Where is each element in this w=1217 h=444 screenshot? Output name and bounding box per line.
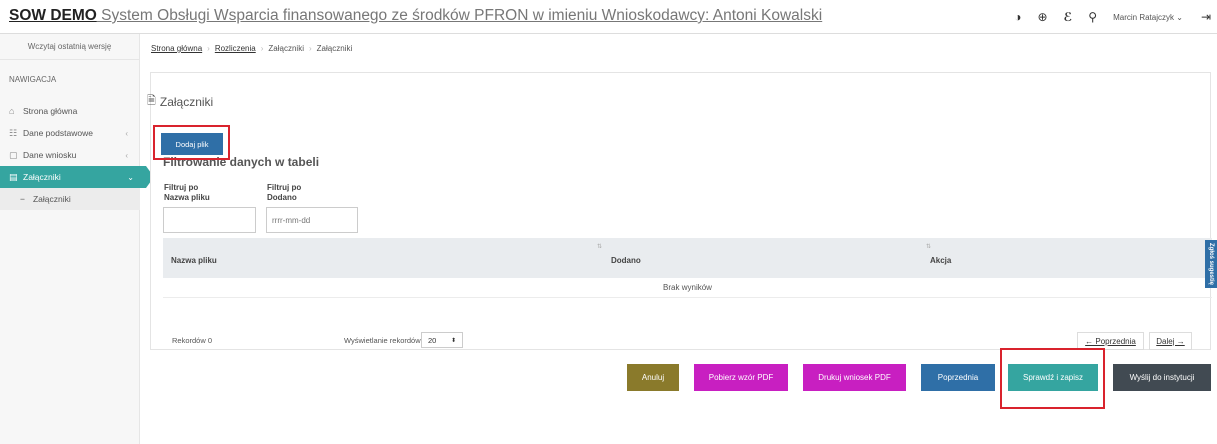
app-title: SOW DEMO System Obsługi Wsparcia finanso… [9, 7, 822, 25]
sidebar-subitem-label: Załączniki [32, 194, 71, 204]
sidebar: Wczytaj ostatnią wersję NAWIGACJA ⌂ Stro… [0, 34, 154, 444]
contrast-icon[interactable]: ◑ [1014, 10, 1021, 24]
load-last-version-button[interactable]: Wczytaj ostatnią wersję [0, 34, 139, 60]
document-icon: ▢ [9, 149, 18, 160]
page-title-text: Załączniki [159, 94, 214, 109]
wrench-icon[interactable]: ⚲ [1088, 10, 1097, 24]
filter-label-line: Filtruj po [267, 183, 302, 192]
empty-row: Brak wyników [163, 278, 1212, 298]
print-pdf-button[interactable]: Drukuj wniosek PDF [803, 364, 906, 391]
chevron-left-icon: ‹ [125, 150, 128, 160]
sidebar-item-label: Strona główna [23, 106, 78, 116]
sidebar-item-label: Dane podstawowe [23, 128, 93, 138]
next-page-button[interactable]: Dalej → [1149, 332, 1192, 350]
send-to-institution-button[interactable]: Wyślij do instytucji [1113, 364, 1211, 391]
download-template-button[interactable]: Pobierz wzór PDF [694, 364, 788, 391]
filter-filename-label: Filtruj po Nazwa pliku [164, 183, 210, 203]
nav-heading: NAWIGACJA [9, 75, 57, 84]
sort-icon[interactable]: ⇅ [597, 243, 602, 250]
filter-label-line: Dodano [267, 193, 297, 202]
header-icons: ◑ ⊕ ℰ ⚲ Marcin Ratajczyk ⌄ ⇥ [1014, 0, 1217, 34]
dash-icon: − [20, 194, 25, 204]
select-arrows-icon: ⬍ [450, 337, 456, 344]
file-icon: 🗎 [147, 95, 156, 107]
cancel-button[interactable]: Anuluj [627, 364, 679, 391]
sidebar-item-label: Załączniki [23, 172, 61, 182]
sidebar-item-attachments[interactable]: ▤ Załączniki ⌄ [0, 166, 154, 188]
highlight-box-add-file [153, 125, 230, 160]
breadcrumb-current: Załączniki [316, 44, 353, 53]
breadcrumb: Strona główna › Rozliczenia › Załączniki › Zał… [151, 44, 352, 53]
column-header-action: Akcja [930, 256, 952, 265]
page-size-select[interactable]: 20 ⬍ [421, 332, 463, 348]
sign-language-icon[interactable]: ℰ [1064, 10, 1073, 24]
column-header-added[interactable]: Dodano [611, 256, 641, 265]
app-title-text[interactable]: System Obsługi Wsparcia finansowanego ze… [97, 7, 822, 24]
column-header-filename[interactable]: Nazwa pliku [171, 256, 217, 265]
logout-icon[interactable]: ⇥ [1201, 10, 1211, 24]
top-header: SOW DEMO System Obsługi Wsparcia finanso… [0, 0, 1217, 34]
breadcrumb-separator: › [260, 44, 264, 53]
record-count: Rekordów 0 [172, 336, 213, 345]
attachment-icon: ▤ [9, 171, 18, 182]
highlight-box-check-save [1000, 348, 1105, 409]
page-title: 🗎 Załączniki [147, 92, 213, 111]
page-size-value: 20 [428, 335, 437, 345]
breadcrumb-home[interactable]: Strona główna [151, 44, 202, 53]
chevron-left-icon: ‹ [125, 128, 128, 138]
breadcrumb-attachments: Załączniki [268, 44, 304, 53]
filter-label-line: Nazwa pliku [164, 193, 210, 202]
brand-name[interactable]: SOW DEMO [9, 7, 97, 24]
breadcrumb-settlements[interactable]: Rozliczenia [215, 44, 256, 53]
breadcrumb-separator: › [308, 44, 312, 53]
page-size-label: Wyświetlanie rekordów [344, 336, 421, 345]
previous-step-button[interactable]: Poprzednia [921, 364, 995, 391]
filter-date-label: Filtruj po Dodano [267, 183, 301, 203]
zoom-icon[interactable]: ⊕ [1037, 10, 1047, 24]
sidebar-item-application-data[interactable]: ▢ Dane wniosku ‹ [0, 144, 140, 166]
filter-date-input[interactable] [266, 207, 358, 233]
chevron-down-icon: ⌄ [127, 172, 134, 182]
home-icon: ⌂ [9, 106, 15, 116]
user-menu[interactable]: Marcin Ratajczyk ⌄ [1113, 13, 1183, 22]
filter-filename-input[interactable] [163, 207, 256, 233]
user-name: Marcin Ratajczyk [1113, 12, 1174, 22]
users-icon: ☷ [9, 127, 18, 138]
sidebar-item-home[interactable]: ⌂ Strona główna [0, 100, 140, 122]
sidebar-subitem-attachments[interactable]: − Załączniki [0, 188, 140, 210]
sidebar-item-label: Dane wniosku [23, 150, 77, 160]
sidebar-item-basic-data[interactable]: ☷ Dane podstawowe ‹ [0, 122, 140, 144]
table-header: Nazwa pliku ⇅ Dodano ⇅ Akcja [163, 238, 1212, 278]
breadcrumb-separator: › [207, 44, 210, 53]
sort-icon[interactable]: ⇅ [926, 243, 931, 250]
filter-label-line: Filtruj po [164, 183, 199, 192]
